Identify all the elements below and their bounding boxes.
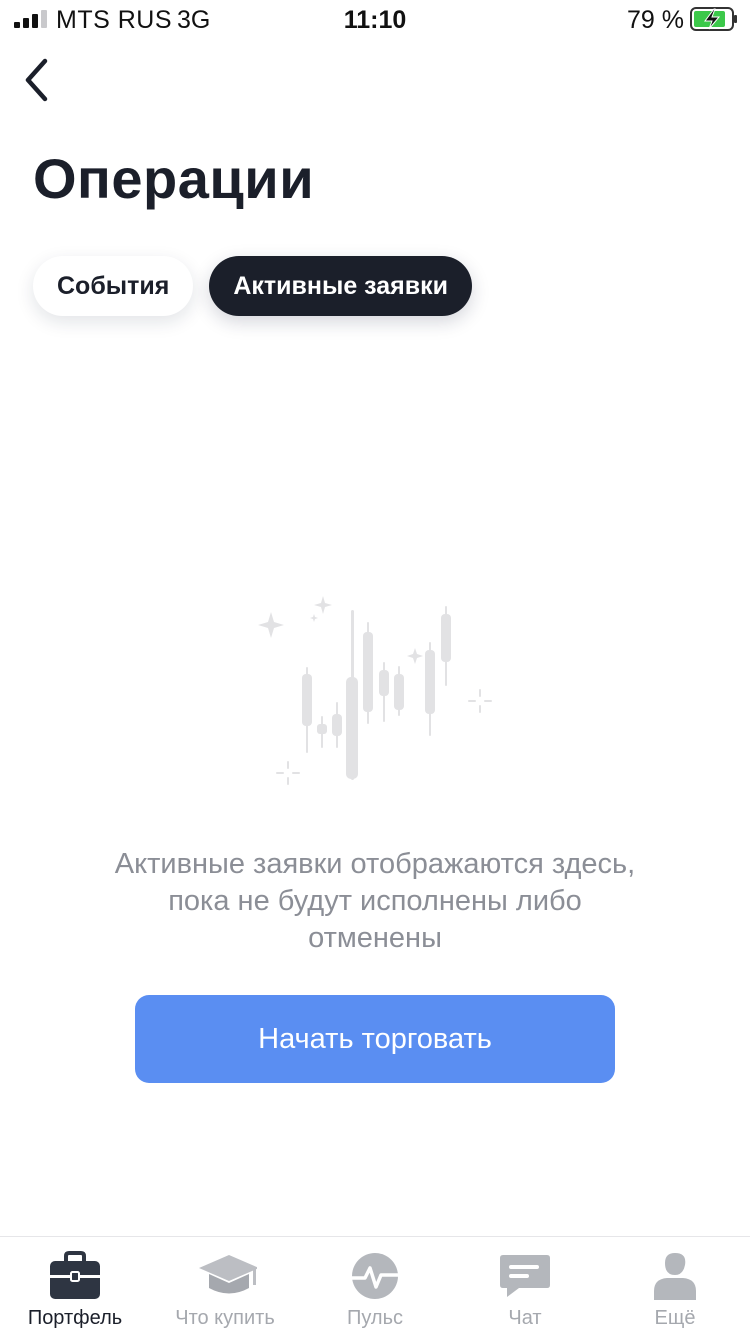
status-bar: MTS RUS 3G 11:10 79 % bbox=[0, 0, 750, 40]
nav-label-chat: Чат bbox=[508, 1307, 542, 1329]
battery-percentage: 79 % bbox=[627, 6, 684, 34]
operations-tabs: События Активные заявки bbox=[33, 256, 473, 316]
nav-item-more[interactable]: Ещё bbox=[600, 1237, 750, 1334]
bottom-navigation: Портфель Что купить Пульс Чат Ещё bbox=[0, 1236, 750, 1334]
empty-state-line: отменены bbox=[308, 922, 442, 954]
tab-active-orders-label: Активные заявки bbox=[233, 271, 449, 300]
empty-state-line: пока не будут исполнены либо bbox=[168, 885, 582, 917]
nav-label-pulse: Пульс bbox=[346, 1307, 404, 1329]
sparkle-icon bbox=[258, 612, 284, 638]
nav-label-more: Ещё bbox=[654, 1307, 696, 1329]
nav-item-what-to-buy[interactable]: Что купить bbox=[150, 1237, 300, 1334]
back-button[interactable] bbox=[14, 54, 58, 106]
start-trading-button-label: Начать торговать bbox=[258, 1022, 492, 1055]
nav-item-portfolio[interactable]: Портфель bbox=[0, 1237, 150, 1334]
battery-charging-icon bbox=[690, 7, 737, 31]
nav-item-chat[interactable]: Чат bbox=[450, 1237, 600, 1334]
user-icon bbox=[654, 1253, 696, 1300]
sparkle-icon bbox=[310, 614, 318, 622]
nav-label-portfolio: Портфель bbox=[27, 1307, 123, 1329]
sparkle-icon bbox=[407, 648, 423, 664]
nav-label-what-to-buy: Что купить bbox=[175, 1307, 275, 1329]
nav-item-pulse[interactable]: Пульс bbox=[300, 1237, 450, 1334]
chevron-left-icon bbox=[25, 58, 48, 102]
empty-state-line: Активные заявки отображаются здесь, bbox=[114, 848, 636, 880]
page-title: Операции bbox=[33, 147, 315, 210]
sparkle-icon bbox=[314, 596, 332, 614]
pulse-icon bbox=[350, 1253, 400, 1299]
briefcase-icon bbox=[50, 1251, 100, 1299]
chat-icon bbox=[500, 1255, 550, 1297]
start-trading-button[interactable]: Начать торговать bbox=[135, 995, 615, 1083]
tab-events-label: События bbox=[57, 271, 170, 300]
tab-active-orders[interactable]: Активные заявки bbox=[209, 256, 473, 316]
candlestick-chart-icon bbox=[258, 596, 492, 785]
empty-state-message: Активные заявки отображаются здесь, пока… bbox=[60, 846, 690, 957]
tab-events[interactable]: События bbox=[33, 256, 194, 316]
graduation-cap-icon bbox=[199, 1255, 257, 1294]
